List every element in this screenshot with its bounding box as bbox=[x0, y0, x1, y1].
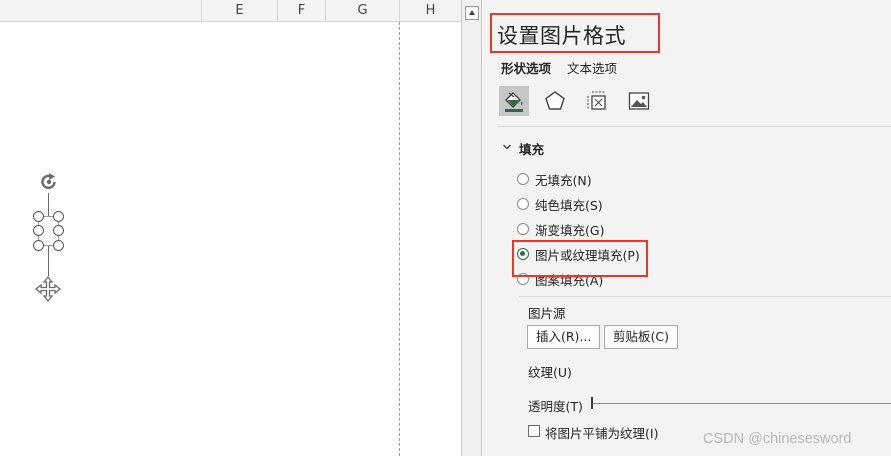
size-properties-icon bbox=[587, 91, 606, 110]
column-header-row: E F G H bbox=[0, 0, 461, 22]
move-handle-icon[interactable] bbox=[34, 275, 62, 303]
texture-label[interactable]: 纹理(U) bbox=[528, 362, 572, 381]
resize-handle-top-right[interactable] bbox=[53, 211, 64, 222]
radio-button[interactable] bbox=[517, 223, 529, 235]
highlight-box-title bbox=[490, 13, 660, 53]
transparency-label: 透明度(T) bbox=[528, 399, 583, 414]
transparency-slider-thumb[interactable] bbox=[591, 397, 593, 409]
insert-button[interactable]: 插入(R)... bbox=[527, 325, 601, 349]
highlight-box-picture-fill bbox=[512, 240, 648, 277]
clipboard-button[interactable]: 剪贴板(C) bbox=[604, 325, 678, 349]
picture-tab[interactable] bbox=[624, 86, 654, 116]
radio-button[interactable] bbox=[517, 198, 529, 210]
tab-text-options[interactable]: 文本选项 bbox=[567, 58, 617, 77]
move-connector bbox=[48, 246, 49, 276]
resize-handle-bottom-right[interactable] bbox=[53, 240, 64, 251]
tab-shape-options[interactable]: 形状选项 bbox=[501, 58, 551, 77]
resize-handle-bottom-left[interactable] bbox=[33, 240, 44, 251]
size-properties-tab[interactable] bbox=[582, 86, 612, 116]
rotate-handle-icon[interactable] bbox=[38, 171, 60, 193]
format-picture-pane: 设置图片格式 形状选项 文本选项 填充 无填充(N) 纯色填充(S) 渐变填充(… bbox=[483, 0, 891, 456]
fill-section-title[interactable]: 填充 bbox=[519, 139, 544, 158]
fill-line-tab[interactable] bbox=[499, 86, 529, 116]
column-header-g[interactable]: G bbox=[326, 0, 400, 22]
radio-label: 无填充(N) bbox=[535, 173, 592, 188]
fill-line-icon bbox=[505, 92, 523, 112]
chevron-down-icon[interactable] bbox=[502, 142, 512, 152]
resize-handle-middle-left[interactable] bbox=[33, 225, 44, 236]
page-break-line bbox=[399, 22, 400, 456]
resize-handle-middle-right[interactable] bbox=[53, 225, 64, 236]
excel-window: E F G H 设置图片格式 形状选项 文本选项 填充 无填充(N) 纯色填充(… bbox=[0, 0, 891, 456]
vertical-scrollbar[interactable] bbox=[461, 0, 482, 456]
sub-divider bbox=[519, 296, 891, 297]
column-header-h[interactable]: H bbox=[400, 0, 461, 22]
radio-label: 纯色填充(S) bbox=[535, 198, 603, 213]
effects-pentagon-icon bbox=[545, 91, 565, 110]
rotation-connector bbox=[48, 193, 49, 216]
column-header-f[interactable]: F bbox=[278, 0, 326, 22]
worksheet-area[interactable]: E F G H bbox=[0, 0, 461, 456]
transparency-slider-track[interactable] bbox=[593, 403, 891, 404]
column-header-e[interactable]: E bbox=[202, 0, 278, 22]
radio-label: 渐变填充(G) bbox=[535, 223, 605, 238]
picture-source-label: 图片源 bbox=[528, 306, 566, 321]
tile-picture-label[interactable]: 将图片平铺为纹理(I) bbox=[545, 423, 658, 442]
picture-icon bbox=[628, 92, 650, 110]
resize-handle-top-left[interactable] bbox=[33, 211, 44, 222]
tile-picture-checkbox[interactable] bbox=[528, 425, 540, 437]
column-header-d[interactable] bbox=[0, 0, 202, 22]
effects-tab[interactable] bbox=[540, 86, 570, 116]
scroll-up-button[interactable] bbox=[465, 6, 479, 20]
watermark: CSDN @chinesesword bbox=[703, 431, 852, 447]
radio-button[interactable] bbox=[517, 173, 529, 185]
pane-divider bbox=[497, 126, 891, 127]
